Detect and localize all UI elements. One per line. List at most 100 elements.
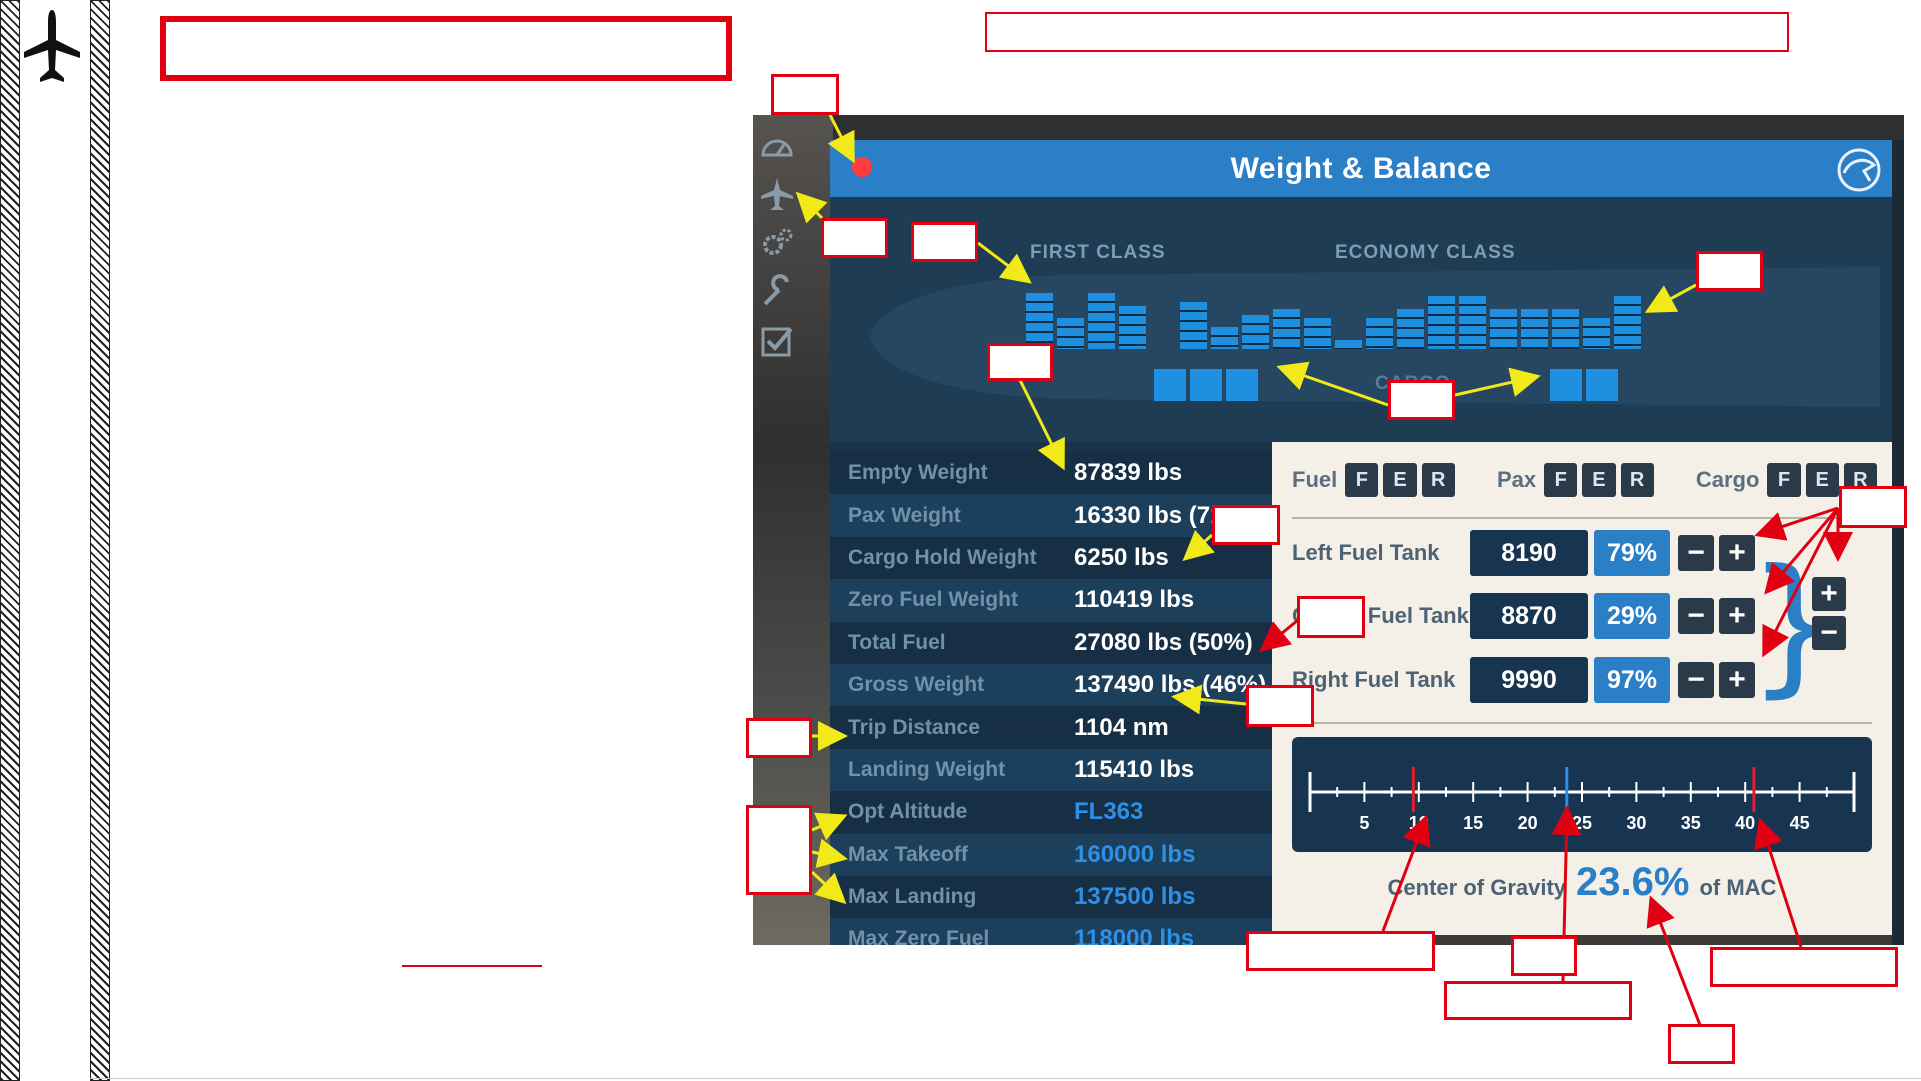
gauge-icon[interactable] <box>755 123 799 167</box>
stat-label: Empty Weight <box>848 461 988 485</box>
gears-icon[interactable] <box>755 221 799 265</box>
wrench-icon[interactable] <box>755 270 799 314</box>
callout-box-max-limits <box>746 805 812 895</box>
stat-row: Total Fuel 27080 lbs (50%) <box>830 621 1272 664</box>
callout-box-cg-bottom <box>1444 981 1632 1020</box>
footer-rule <box>90 1078 1921 1079</box>
cg-label: Center of Gravity <box>1387 875 1567 900</box>
fuel-random-button[interactable]: R <box>1421 463 1455 497</box>
economy-row-bar <box>1304 318 1331 349</box>
economy-class-seat-bars[interactable] <box>1180 287 1641 349</box>
economy-row-bar <box>1273 309 1300 349</box>
cg-tick-label: 25 <box>1572 813 1592 833</box>
right-tank-percent: 97% <box>1594 657 1670 703</box>
tank-label: Left Fuel Tank <box>1292 540 1440 565</box>
cargo-empty-button[interactable]: E <box>1805 463 1839 497</box>
right-hatch-border <box>90 0 110 1081</box>
title-placeholder-box <box>160 16 732 81</box>
globe-logo-icon <box>1836 147 1882 193</box>
callout-box-aircraft <box>821 218 888 258</box>
callout-box-gross-weight <box>1297 596 1365 638</box>
all-tanks-plus-button[interactable]: + <box>1812 577 1846 611</box>
stat-value: 118000 lbs <box>1074 925 1195 945</box>
economy-row-bar <box>1459 296 1486 349</box>
cg-value: 23.6% <box>1576 860 1690 904</box>
left-tank-value[interactable]: 8190 <box>1470 530 1588 576</box>
first-class-label: FIRST CLASS <box>1030 242 1166 263</box>
decorative-red-line <box>402 965 542 967</box>
cg-tick-label: 45 <box>1790 813 1810 833</box>
airplane-logo-icon <box>22 8 92 90</box>
right-tank-minus-button[interactable]: − <box>1678 662 1714 698</box>
stat-row: Cargo Hold Weight 6250 lbs <box>830 536 1272 580</box>
economy-row-bar <box>1521 309 1548 349</box>
stat-value: FL363 <box>1074 798 1144 826</box>
fuel-empty-button[interactable]: E <box>1383 463 1417 497</box>
fuel-full-button[interactable]: F <box>1345 463 1379 497</box>
center-fuel-tank-row: Center Fuel Tank 8870 29% − + <box>1292 593 1812 639</box>
stat-row: Empty Weight 87839 lbs <box>830 452 1272 495</box>
stat-value: 6250 lbs <box>1074 543 1169 571</box>
stat-value: 160000 lbs <box>1074 840 1196 868</box>
center-tank-value[interactable]: 8870 <box>1470 593 1588 639</box>
left-tank-percent: 79% <box>1594 530 1670 576</box>
first-class-seat-bars[interactable] <box>1026 287 1146 349</box>
cargo-load-label: Cargo <box>1695 467 1760 492</box>
cargo-full-button[interactable]: F <box>1767 463 1801 497</box>
cargo-rear-cell <box>1586 369 1618 401</box>
stat-value: 115410 lbs <box>1074 755 1195 783</box>
callout-box-forward-limit <box>1246 931 1435 971</box>
front-cargo-hold[interactable] <box>1154 369 1258 401</box>
cg-scale-graphic: 5 10 15 20 25 30 35 40 45 <box>1308 767 1856 833</box>
stat-row: Max Landing 137500 lbs <box>830 875 1272 919</box>
center-tank-minus-button[interactable]: − <box>1678 598 1714 634</box>
stat-row: Max Zero Fuel 118000 lbs <box>830 918 1272 945</box>
stat-label: Zero Fuel Weight <box>848 588 1018 612</box>
left-hatch-border <box>0 0 20 1081</box>
stat-label: Pax Weight <box>848 503 961 527</box>
cargo-front-cell <box>1190 369 1222 401</box>
stat-value: 27080 lbs (50%) <box>1074 628 1253 656</box>
economy-row-bar <box>1583 318 1610 349</box>
first-class-row-bar <box>1026 293 1053 349</box>
stat-label: Max Landing <box>848 885 977 909</box>
cockpit-top-background <box>833 115 1904 140</box>
stat-row: Opt Altitude FL363 <box>830 791 1272 834</box>
rear-cargo-hold[interactable] <box>1550 369 1618 401</box>
callout-box-zero-fuel <box>1212 505 1280 545</box>
left-tank-minus-button[interactable]: − <box>1678 535 1714 571</box>
economy-class-label: ECONOMY CLASS <box>1335 242 1516 263</box>
stat-value: 87839 lbs <box>1074 459 1183 487</box>
callout-box-cargo <box>1388 380 1455 420</box>
pax-empty-button[interactable]: E <box>1582 463 1616 497</box>
callout-box-aft-limit <box>1710 947 1898 987</box>
cg-tick-label: 30 <box>1626 813 1646 833</box>
callout-box-tank-buttons <box>1839 486 1907 528</box>
stat-row: Max Takeoff 160000 lbs <box>830 833 1272 876</box>
fuel-panel: Fuel F E R Pax F E R Cargo F E R Left Fu… <box>1272 442 1892 935</box>
pax-random-button[interactable]: R <box>1620 463 1654 497</box>
stat-label: Landing Weight <box>848 757 1006 781</box>
right-tank-value[interactable]: 9990 <box>1470 657 1588 703</box>
stat-label: Max Takeoff <box>848 842 968 866</box>
close-button[interactable] <box>852 157 872 177</box>
aircraft-icon[interactable] <box>755 172 799 216</box>
pax-full-button[interactable]: F <box>1544 463 1578 497</box>
economy-row-bar <box>1614 296 1641 349</box>
economy-row-bar <box>1180 302 1207 349</box>
left-fuel-tank-row: Left Fuel Tank 8190 79% − + <box>1292 530 1812 576</box>
stat-row: Gross Weight 137490 lbs (46%) <box>830 663 1272 707</box>
stat-row: Zero Fuel Weight 110419 lbs <box>830 579 1272 622</box>
all-tanks-minus-button[interactable]: − <box>1812 616 1846 650</box>
cg-scale: 5 10 15 20 25 30 35 40 45 <box>1292 737 1872 852</box>
pax-load-label: Pax <box>1496 467 1537 492</box>
cg-tick-label: 10 <box>1409 813 1429 833</box>
callout-box-stats <box>987 343 1053 381</box>
cargo-front-cell <box>1226 369 1258 401</box>
cockpit-right-background <box>1892 140 1904 945</box>
header-placeholder-box <box>985 12 1789 52</box>
divider <box>1292 517 1872 519</box>
callout-box-economy <box>1696 251 1763 291</box>
callout-box-current-cg <box>1511 936 1577 976</box>
checklist-icon[interactable] <box>755 319 799 363</box>
